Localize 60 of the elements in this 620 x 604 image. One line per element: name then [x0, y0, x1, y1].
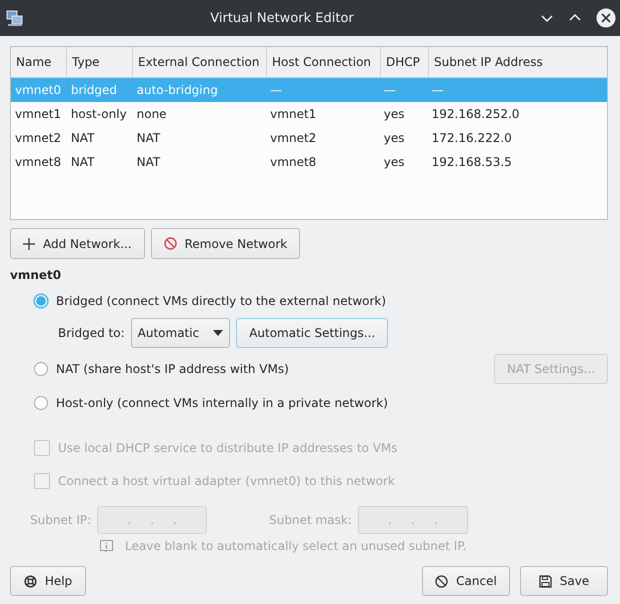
automatic-settings-button[interactable]: Automatic Settings... — [236, 318, 388, 348]
table-cell-text: vmnet2 — [269, 131, 318, 145]
table-cell-text: 192.168.252.0 — [430, 107, 520, 121]
column-header[interactable]: DHCP — [381, 47, 429, 77]
radio-button[interactable] — [34, 396, 48, 410]
table-cell-text: NAT — [70, 131, 96, 145]
caret-icon — [213, 330, 224, 336]
subnet-ip-label: Subnet IP: — [30, 513, 92, 527]
prohibited-icon — [435, 574, 448, 588]
table-cell-text: vmnet1 — [269, 107, 318, 121]
table-row[interactable]: vmnet8 NAT NAT vmnet8 yes 192.168.53.5 — [11, 150, 607, 174]
column-header[interactable]: Subnet IP Address — [429, 47, 607, 77]
table-cell-text: vmnet1 — [14, 107, 62, 121]
column-header[interactable]: Host Connection — [267, 47, 381, 77]
column-header[interactable]: Name — [11, 47, 67, 77]
table-cell-text: vmnet8 — [269, 155, 318, 169]
cancel-button[interactable]: Cancel — [422, 566, 510, 596]
table-cell-text: — — [269, 83, 284, 97]
add-network-button[interactable]: Add Network... — [10, 228, 145, 259]
radio-button[interactable] — [34, 362, 48, 376]
prohibited-icon — [164, 237, 177, 250]
radio-label[interactable]: NAT (share host's IP address with VMs) — [56, 362, 289, 376]
window-title: Virtual Network Editor — [209, 10, 355, 26]
subnet-mask-label: Subnet mask: — [269, 513, 352, 527]
table-cell-text: vmnet0 — [14, 83, 62, 97]
radio-button[interactable] — [34, 294, 48, 308]
table-cell-text: yes — [382, 131, 406, 145]
radio-label[interactable]: Host-only (connect VMs internally in a private network) — [56, 396, 388, 410]
table-cell-text: NAT — [70, 155, 96, 169]
table-cell-text: — — [382, 83, 397, 97]
table-row[interactable]: vmnet2 NAT NAT vmnet2 yes 172.16.222.0 — [11, 126, 607, 150]
table-cell-text: bridged — [70, 83, 118, 97]
column-header[interactable]: Type — [67, 47, 133, 77]
table-cell-text: vmnet2 — [14, 131, 62, 145]
remove-network-button[interactable]: Remove Network — [150, 228, 300, 259]
table-cell-text: host-only — [70, 107, 128, 121]
table-cell-text: vmnet8 — [14, 155, 62, 169]
table-cell-text: auto-bridging — [136, 83, 219, 97]
network-icon — [6, 9, 24, 27]
table-cell-text: none — [136, 107, 168, 121]
table-cell-text: NAT — [136, 155, 162, 169]
info-icon — [100, 540, 113, 552]
plus-icon — [23, 238, 35, 250]
section-title: vmnet0 — [10, 268, 62, 282]
table-row[interactable]: vmnet1 host-only none vmnet1 yes 192.168.252.0 — [11, 102, 607, 126]
lifebuoy-icon — [24, 574, 37, 588]
table-cell-text: NAT — [136, 131, 162, 145]
table-cell-text: 172.16.222.0 — [430, 131, 513, 145]
bridged-to-label: Bridged to: — [58, 326, 125, 340]
column-header[interactable]: External Connection — [133, 47, 267, 77]
save-button[interactable]: Save — [520, 566, 608, 596]
bridged-to-dropdown[interactable]: Automatic — [130, 318, 230, 348]
table-cell-text: — — [430, 83, 445, 97]
radio-label[interactable]: Bridged (connect VMs directly to the external network) — [56, 294, 386, 308]
table-cell-text: yes — [382, 107, 406, 121]
table-cell-text: yes — [382, 155, 406, 169]
help-button[interactable]: Help — [10, 566, 86, 596]
table-cell-text: 192.168.53.5 — [430, 155, 513, 169]
close-icon[interactable] — [596, 8, 616, 28]
hint-text: Leave blank to automatically select an unused subnet IP. — [125, 539, 466, 553]
